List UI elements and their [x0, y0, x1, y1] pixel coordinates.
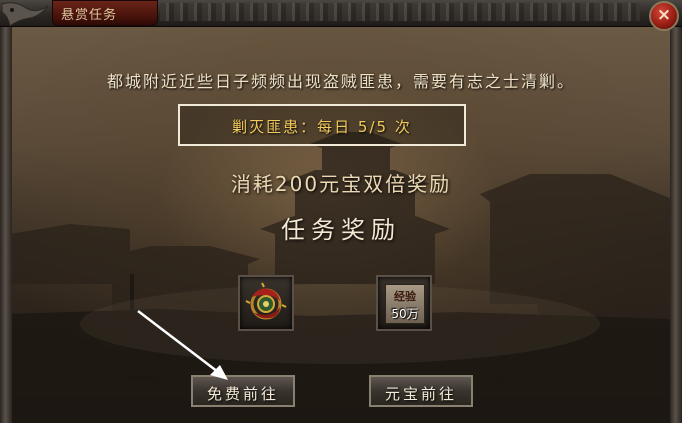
reward-slot-amulet[interactable] — [238, 275, 294, 331]
reward-section-title: 任务奖励 — [281, 216, 401, 244]
close-button[interactable]: × — [649, 1, 679, 31]
top-ornament — [160, 3, 640, 21]
daily-limit-box: 剿灭匪患：每日 5/5 次 — [178, 104, 466, 146]
pointer-arrow-icon — [137, 310, 228, 380]
quest-dialog: 悬赏任务 × 都城附近近些日子频频出现盗贼匪患，需要有志之士清剿。 剿灭匪患：每… — [0, 0, 682, 423]
window-title: 悬赏任务 — [61, 8, 118, 23]
reward-slot-experience[interactable]: 经验 50万 — [376, 275, 432, 331]
reward-item-label: 经验 — [394, 290, 416, 303]
reward-item-quantity: 50万 — [391, 307, 419, 321]
window-title-tab: 悬赏任务 — [52, 0, 158, 26]
quest-description: 都城附近近些日子频频出现盗贼匪患，需要有志之士清剿。 — [106, 72, 575, 91]
experience-scroll-icon: 经验 50万 — [385, 284, 425, 324]
double-reward-cost: 消耗200元宝双倍奖励 — [230, 172, 452, 196]
free-go-button-label: 免费前往 — [206, 385, 279, 403]
daily-limit-text: 剿灭匪患：每日 5/5 次 — [232, 118, 412, 136]
dragon-ornament-icon — [1, 2, 49, 27]
gold-go-button-label: 元宝前往 — [384, 385, 457, 403]
frame-border-right — [670, 0, 682, 423]
frame-border-left — [0, 0, 12, 423]
dragon-amulet-icon — [245, 282, 287, 320]
close-icon: × — [656, 5, 672, 25]
gold-go-button[interactable]: 元宝前往 — [369, 375, 473, 407]
